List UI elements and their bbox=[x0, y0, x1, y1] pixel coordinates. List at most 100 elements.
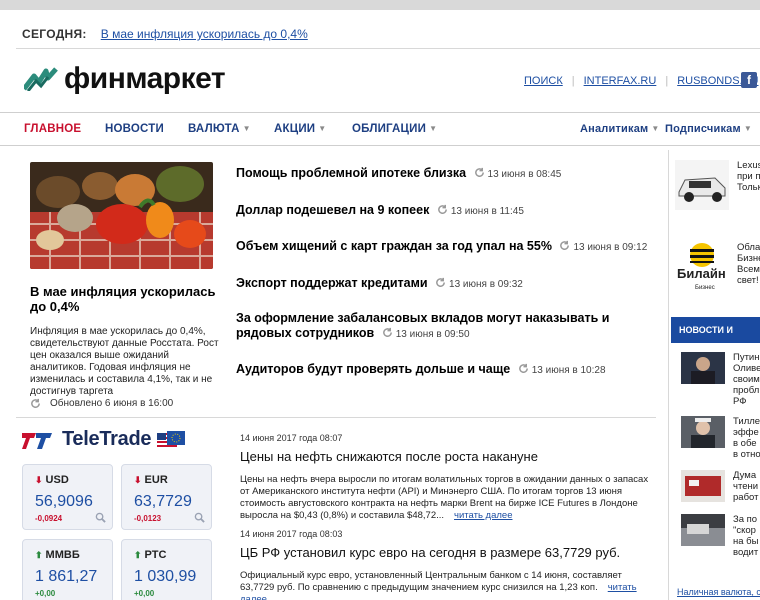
article-item: 14 июня 2017 года 08:03 ЦБ РФ установил … bbox=[240, 529, 652, 600]
nav-item-subscribers[interactable]: Подписчикам ▼ bbox=[665, 123, 752, 135]
teletrade-logo[interactable]: TeleTrade bbox=[22, 428, 187, 451]
teletrade-mark-icon bbox=[22, 432, 52, 449]
arrow-up-icon: ⬆ bbox=[35, 550, 43, 560]
news-thumbnail bbox=[681, 470, 725, 502]
feature-updated: Обновлено 6 июня в 16:00 bbox=[30, 398, 173, 409]
nav-item-main[interactable]: ГЛАВНОЕ bbox=[24, 123, 81, 135]
article-date: 14 июня 2017 года 08:03 bbox=[240, 529, 343, 539]
nav-item-analysts[interactable]: Аналитикам ▼ bbox=[580, 123, 660, 135]
refresh-icon bbox=[436, 277, 445, 287]
refresh-icon bbox=[474, 167, 484, 177]
headline-item[interactable]: Аудиторов будут проверять дольше и чаще … bbox=[236, 362, 660, 378]
article-date: 14 июня 2017 года 08:07 bbox=[240, 433, 343, 443]
news-text: За по "скор на бы водит bbox=[733, 514, 760, 558]
nav-label: ОБЛИГАЦИИ bbox=[352, 123, 427, 135]
time-text: 13 июня в 08:45 bbox=[487, 169, 562, 180]
news-text: Дума чтени работ bbox=[733, 470, 760, 503]
magnifier-icon[interactable] bbox=[95, 512, 106, 523]
refresh-icon bbox=[560, 240, 570, 250]
nav-item-news[interactable]: НОВОСТИ bbox=[105, 123, 164, 135]
ad-line: Облач bbox=[737, 242, 760, 253]
quote-card-eur[interactable]: ⬇ EUR 63,7729 -0,0123 bbox=[121, 464, 212, 530]
cash-currency-link[interactable]: Наличная валюта, стран bbox=[677, 587, 760, 597]
nav-item-bonds[interactable]: ОБЛИГАЦИИ ▼ bbox=[352, 123, 437, 135]
chevron-down-icon: ▼ bbox=[743, 124, 752, 133]
news-line: своим bbox=[733, 374, 760, 385]
refresh-icon bbox=[382, 327, 392, 337]
headline-title[interactable]: Экспорт поддержат кредитами bbox=[236, 276, 428, 290]
news-text: Путин Оливе своим пробл РФ bbox=[733, 352, 760, 407]
article-title[interactable]: Цены на нефть снижаются после роста нака… bbox=[240, 449, 652, 464]
beeline-logo-sub: Бизнес bbox=[695, 285, 715, 291]
chevron-down-icon: ▼ bbox=[651, 124, 660, 133]
nav-label: НОВОСТИ bbox=[105, 123, 164, 135]
facebook-icon[interactable]: f bbox=[741, 72, 757, 88]
news-item[interactable]: За по "скор на бы водит bbox=[681, 514, 760, 564]
today-headline-link[interactable]: В мае инфляция ускорилась до 0,4% bbox=[101, 27, 308, 41]
quote-change: +0,00 bbox=[134, 589, 155, 598]
right-column: Lexus при по Тольк Билайн Бизнес Облач Б… bbox=[668, 150, 760, 600]
link-separator: | bbox=[571, 75, 575, 87]
news-item[interactable]: Тилле эффе в обе в отно bbox=[681, 416, 760, 466]
quote-card-micex[interactable]: ⬆ ММВБ 1 861,27 +0,00 bbox=[22, 539, 113, 600]
beeline-logo: Билайн Бизнес bbox=[675, 242, 729, 292]
article-title[interactable]: ЦБ РФ установил курс евро на сегодня в р… bbox=[240, 545, 652, 560]
news-line: РФ bbox=[733, 396, 747, 407]
nav-item-currency[interactable]: ВАЛЮТА ▼ bbox=[188, 123, 251, 135]
news-line: работ bbox=[733, 492, 759, 503]
nav-label: Подписчикам bbox=[665, 123, 741, 135]
article-body: Официальный курс евро, установленный Цен… bbox=[240, 570, 652, 600]
ad-line: Бизне bbox=[737, 253, 760, 264]
ad-line: Lexus bbox=[737, 160, 760, 171]
headline-title[interactable]: Помощь проблемной ипотеке близка bbox=[236, 166, 466, 180]
news-line: водит bbox=[733, 547, 759, 558]
search-link[interactable]: ПОИСК bbox=[524, 75, 563, 87]
headline-item[interactable]: Экспорт поддержат кредитами 13 июня в 09… bbox=[236, 276, 660, 292]
main-nav: ГЛАВНОЕ НОВОСТИ ВАЛЮТА ▼ АКЦИИ ▼ ОБЛИГАЦИИ… bbox=[0, 112, 760, 146]
headline-title[interactable]: Аудиторов будут проверять дольше и чаще bbox=[236, 362, 510, 376]
beeline-stripes-icon bbox=[690, 243, 714, 267]
news-item[interactable]: Путин Оливе своим пробл РФ bbox=[681, 352, 760, 412]
headline-item[interactable]: Объем хищений с карт граждан за год упал… bbox=[236, 239, 660, 255]
ad-line: Тольк bbox=[737, 182, 760, 193]
news-item[interactable]: Дума чтени работ bbox=[681, 470, 760, 510]
arrow-down-icon: ⬇ bbox=[134, 475, 142, 485]
quote-name: ⬆ РТС bbox=[134, 549, 166, 561]
headline-item[interactable]: За оформление забалансовых вкладов могут… bbox=[236, 311, 660, 342]
flags-icon bbox=[157, 430, 186, 447]
feature-image[interactable] bbox=[30, 162, 213, 269]
interfax-link[interactable]: INTERFAX.RU bbox=[584, 75, 657, 87]
ad-text: Lexus при по Тольк bbox=[737, 160, 760, 193]
ad-lexus[interactable]: Lexus при по Тольк bbox=[675, 160, 760, 216]
logo-wordmark: финмаркет bbox=[64, 62, 226, 95]
nav-item-stocks[interactable]: АКЦИИ ▼ bbox=[274, 123, 326, 135]
news-section-header[interactable]: НОВОСТИ И bbox=[671, 317, 760, 343]
teletrade-wordmark: TeleTrade bbox=[62, 428, 152, 450]
news-line: За по bbox=[733, 514, 758, 525]
quote-card-rts[interactable]: ⬆ РТС 1 030,99 +0,00 bbox=[121, 539, 212, 600]
news-thumbnail bbox=[681, 352, 725, 384]
headline-item[interactable]: Помощь проблемной ипотеке близка 13 июня… bbox=[236, 166, 660, 182]
nav-label: ВАЛЮТА bbox=[188, 123, 240, 135]
feature-title[interactable]: В мае инфляция ускорилась до 0,4% bbox=[30, 284, 220, 314]
news-line: Путин bbox=[733, 352, 760, 363]
headline-title[interactable]: Объем хищений с карт граждан за год упал… bbox=[236, 239, 552, 253]
refresh-icon bbox=[518, 363, 528, 373]
headline-time: 13 июня в 11:45 bbox=[437, 204, 524, 217]
quote-card-usd[interactable]: ⬇ USD 56,9096 -0,0924 bbox=[22, 464, 113, 530]
arrow-up-icon: ⬆ bbox=[134, 550, 142, 560]
site-logo[interactable]: финмаркет bbox=[24, 62, 226, 96]
article-body: Цены на нефть вчера выросли по итогам во… bbox=[240, 474, 652, 522]
ad-beeline[interactable]: Билайн Бизнес Облач Бизне Всем з свет! bbox=[675, 242, 760, 298]
quote-change: -0,0924 bbox=[35, 514, 63, 523]
magnifier-icon[interactable] bbox=[194, 512, 205, 523]
quote-name-text: USD bbox=[45, 474, 69, 486]
headline-time: 13 июня в 08:45 bbox=[474, 167, 562, 180]
news-line: в обе bbox=[733, 438, 757, 449]
news-line: на бы bbox=[733, 536, 759, 547]
headline-item[interactable]: Доллар подешевел на 9 копеек 13 июня в 1… bbox=[236, 203, 660, 219]
headline-title[interactable]: Доллар подешевел на 9 копеек bbox=[236, 203, 429, 217]
logo-chart-icon bbox=[24, 67, 58, 91]
quote-name-text: ММВБ bbox=[45, 549, 80, 561]
read-more-link[interactable]: читать далее bbox=[454, 510, 512, 521]
